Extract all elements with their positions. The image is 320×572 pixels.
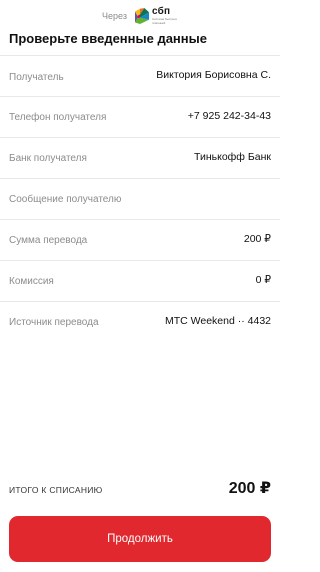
detail-row-message: Сообщение получателю (0, 179, 280, 220)
detail-value: 0 ₽ (255, 274, 271, 286)
sbp-logo-subtext: Система быстрых платежей (151, 17, 177, 25)
detail-row-recipient-bank: Банк получателя Тинькофф Банк (0, 138, 280, 179)
detail-label: Комиссия (9, 276, 54, 287)
transfer-details: Получатель Виктория Борисовна С. Телефон… (0, 56, 280, 343)
page-title: Проверьте введенные данные (9, 31, 207, 46)
detail-value: 200 ₽ (243, 233, 271, 245)
detail-row-amount: Сумма перевода 200 ₽ (0, 220, 280, 261)
detail-value: МТС Weekend ·· 4432 (164, 315, 271, 327)
sbp-logo-text: сбп (151, 6, 171, 18)
detail-value: Виктория Борисовна С. (156, 69, 271, 81)
detail-label: Сумма перевода (9, 235, 88, 246)
detail-label: Сообщение получателю (9, 194, 122, 205)
via-label: Через (102, 11, 127, 21)
detail-value: Тинькофф Банк (194, 151, 271, 163)
sbp-logo-icon (134, 8, 149, 24)
detail-label: Банк получателя (9, 153, 87, 164)
detail-value: +7 925 242-34-43 (187, 110, 271, 122)
detail-label: Получатель (9, 72, 64, 83)
total-amount: 200 ₽ (228, 480, 271, 497)
detail-row-recipient: Получатель Виктория Борисовна С. (0, 56, 280, 97)
payment-method-header: Через сбп Система быстрых платежей (0, 4, 280, 28)
total-label: итого к списанию (9, 485, 103, 495)
detail-row-recipient-phone: Телефон получателя +7 925 242-34-43 (0, 97, 280, 138)
detail-row-commission: Комиссия 0 ₽ (0, 261, 280, 302)
sbp-logo: сбп Система быстрых платежей (134, 6, 178, 25)
detail-row-source: Источник перевода МТС Weekend ·· 4432 (0, 302, 280, 343)
continue-button[interactable]: Продолжить (9, 516, 271, 562)
detail-label: Телефон получателя (9, 112, 107, 123)
detail-label: Источник перевода (9, 317, 99, 328)
